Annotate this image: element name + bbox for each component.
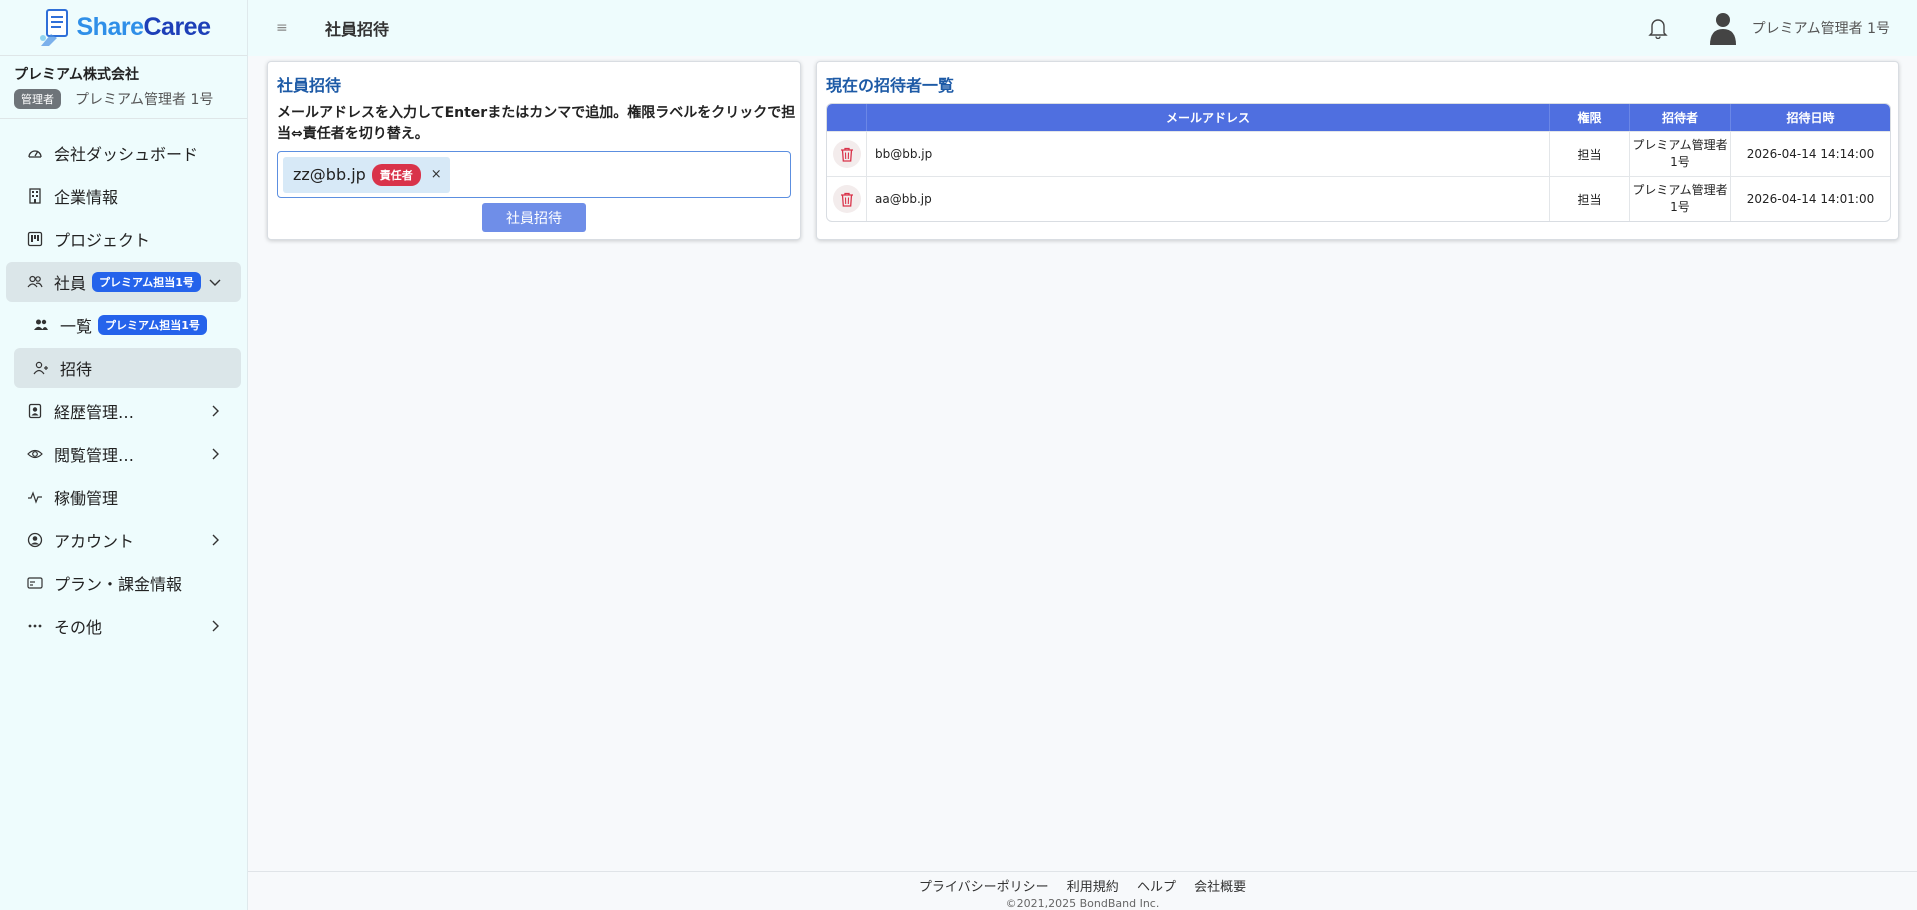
email-tag-input[interactable]: zz@bb.jp 責任者 ×	[277, 151, 791, 198]
cell-role: 担当	[1550, 176, 1630, 221]
sidebar-item-label: 招待	[60, 360, 93, 379]
menu-toggle-icon[interactable]: ≡	[276, 20, 290, 36]
person-badge-icon	[26, 402, 44, 420]
three-dots-icon	[26, 617, 44, 635]
chevron-right-icon	[212, 405, 219, 417]
trash-icon	[840, 192, 853, 207]
kanban-icon	[26, 230, 44, 248]
tag-email: zz@bb.jp	[293, 165, 366, 184]
company-name: プレミアム株式会社	[14, 67, 140, 83]
sidebar-item-employees[interactable]: 社員 プレミアム担当1号	[6, 262, 241, 302]
header-user-name[interactable]: プレミアム管理者 1号	[1752, 18, 1890, 38]
sidebar-item-label: プロジェクト	[54, 231, 151, 250]
col-actions	[827, 104, 867, 131]
person-add-icon	[32, 359, 50, 377]
invite-button[interactable]: 社員招待	[482, 203, 586, 232]
sidebar-item-label: 閲覧管理…	[54, 446, 135, 465]
speedometer-icon	[26, 144, 44, 162]
invite-form-title: 社員招待	[277, 76, 342, 95]
building-icon	[26, 187, 44, 205]
cell-date: 2026-04-14 14:01:00	[1731, 176, 1890, 221]
logo-text-share: Share	[76, 13, 144, 41]
sidebar-item-career[interactable]: 経歴管理…	[6, 391, 241, 431]
sidebar: ShareCaree プレミアム株式会社 管理者 プレミアム管理者 1号 会社ダ…	[0, 0, 248, 910]
tag-remove-button[interactable]: ×	[431, 167, 442, 182]
delete-button[interactable]	[832, 185, 861, 213]
sidebar-item-project[interactable]: プロジェクト	[6, 219, 241, 259]
person-circle-icon	[26, 531, 44, 549]
sidebar-item-account[interactable]: アカウント	[6, 520, 241, 560]
cell-inviter: プレミアム管理者 1号	[1630, 176, 1731, 221]
delete-button[interactable]	[832, 140, 861, 168]
employee-list-badge: プレミアム担当1号	[98, 315, 207, 335]
cell-email: aa@bb.jp	[867, 176, 1550, 221]
bell-icon[interactable]	[1647, 17, 1668, 39]
company-user-name: プレミアム管理者 1号	[75, 92, 214, 108]
sidebar-item-label: その他	[54, 618, 103, 637]
people-fill-icon	[32, 316, 50, 334]
sidebar-item-label: アカウント	[54, 532, 135, 551]
footer-link-privacy[interactable]: プライバシーポリシー	[919, 880, 1049, 895]
sidebar-item-operation[interactable]: 稼働管理	[6, 477, 241, 517]
eye-icon	[26, 445, 44, 463]
sidebar-item-other[interactable]: その他	[6, 606, 241, 646]
activity-icon	[26, 488, 44, 506]
col-role: 権限	[1550, 104, 1630, 131]
sidebar-item-label: プラン・課金情報	[54, 575, 183, 594]
top-header: ≡ 社員招待 プレミアム管理者 1号	[248, 0, 1917, 56]
email-tag: zz@bb.jp 責任者 ×	[283, 156, 450, 193]
invitees-title: 現在の招待者一覧	[826, 76, 955, 95]
sidebar-item-employee-list[interactable]: 一覧 プレミアム担当1号	[14, 305, 241, 345]
footer-link-help[interactable]: ヘルプ	[1137, 880, 1176, 895]
footer-link-terms[interactable]: 利用規約	[1067, 880, 1119, 895]
sidebar-item-label: 一覧	[60, 317, 93, 336]
table-row: bb@bb.jp 担当 プレミアム管理者 1号 2026-04-14 14:14…	[827, 131, 1890, 176]
cell-email: bb@bb.jp	[867, 131, 1550, 176]
sidebar-nav: 会社ダッシュボード 企業情報 プロジェクト 社員 プレミアム担当1号 一覧 プレ…	[0, 119, 247, 646]
col-date: 招待日時	[1731, 104, 1890, 131]
sidebar-item-label: 社員	[54, 274, 87, 293]
avatar-icon[interactable]	[1708, 11, 1738, 45]
sidebar-item-company-info[interactable]: 企業情報	[6, 176, 241, 216]
credit-card-icon	[26, 574, 44, 592]
chevron-right-icon	[212, 448, 219, 460]
sidebar-item-browse[interactable]: 閲覧管理…	[6, 434, 241, 474]
company-info-panel: プレミアム株式会社 管理者 プレミアム管理者 1号	[0, 56, 247, 119]
copyright: ©2021,2025 BondBand Inc.	[1005, 897, 1160, 910]
sidebar-item-label: 会社ダッシュボード	[54, 145, 199, 164]
col-inviter: 招待者	[1630, 104, 1731, 131]
sidebar-item-invite[interactable]: 招待	[14, 348, 241, 388]
tag-role-toggle[interactable]: 責任者	[371, 163, 421, 186]
footer: プライバシーポリシー 利用規約 ヘルプ 会社概要 ©2021,2025 Bond…	[248, 871, 1917, 910]
cell-inviter: プレミアム管理者 1号	[1630, 131, 1731, 176]
role-badge: 管理者	[14, 89, 61, 109]
cell-role: 担当	[1550, 131, 1630, 176]
sidebar-item-label: 経歴管理…	[54, 403, 135, 422]
col-email: メールアドレス	[867, 104, 1550, 131]
footer-link-company[interactable]: 会社概要	[1194, 880, 1246, 895]
invitees-card: 現在の招待者一覧 メールアドレス 権限 招待者 招待日時 bb@bb.jp 担当…	[816, 61, 1899, 240]
sidebar-item-label: 稼働管理	[54, 489, 119, 508]
table-row: aa@bb.jp 担当 プレミアム管理者 1号 2026-04-14 14:01…	[827, 176, 1890, 221]
sidebar-item-plan[interactable]: プラン・課金情報	[6, 563, 241, 603]
page-title: 社員招待	[325, 20, 390, 39]
chevron-right-icon	[212, 620, 219, 632]
sidebar-item-dashboard[interactable]: 会社ダッシュボード	[6, 133, 241, 173]
cell-date: 2026-04-14 14:14:00	[1731, 131, 1890, 176]
chevron-down-icon[interactable]	[207, 274, 223, 290]
invitees-table: メールアドレス 権限 招待者 招待日時 bb@bb.jp 担当 プレミアム管理者…	[826, 103, 1891, 222]
invite-form-card: 社員招待 メールアドレスを入力してEnterまたはカンマで追加。権限ラベルをクリ…	[267, 61, 801, 240]
logo-text-caree: Caree	[143, 13, 211, 41]
people-icon	[26, 273, 44, 291]
table-header-row: メールアドレス 権限 招待者 招待日時	[827, 104, 1890, 131]
trash-icon	[840, 147, 853, 162]
logo-document-icon	[37, 8, 73, 48]
invite-instructions: メールアドレスを入力してEnterまたはカンマで追加。権限ラベルをクリックで担当…	[277, 105, 796, 142]
chevron-right-icon	[212, 534, 219, 546]
employees-badge: プレミアム担当1号	[92, 272, 201, 292]
logo[interactable]: ShareCaree	[0, 0, 247, 56]
sidebar-item-label: 企業情報	[54, 188, 119, 207]
